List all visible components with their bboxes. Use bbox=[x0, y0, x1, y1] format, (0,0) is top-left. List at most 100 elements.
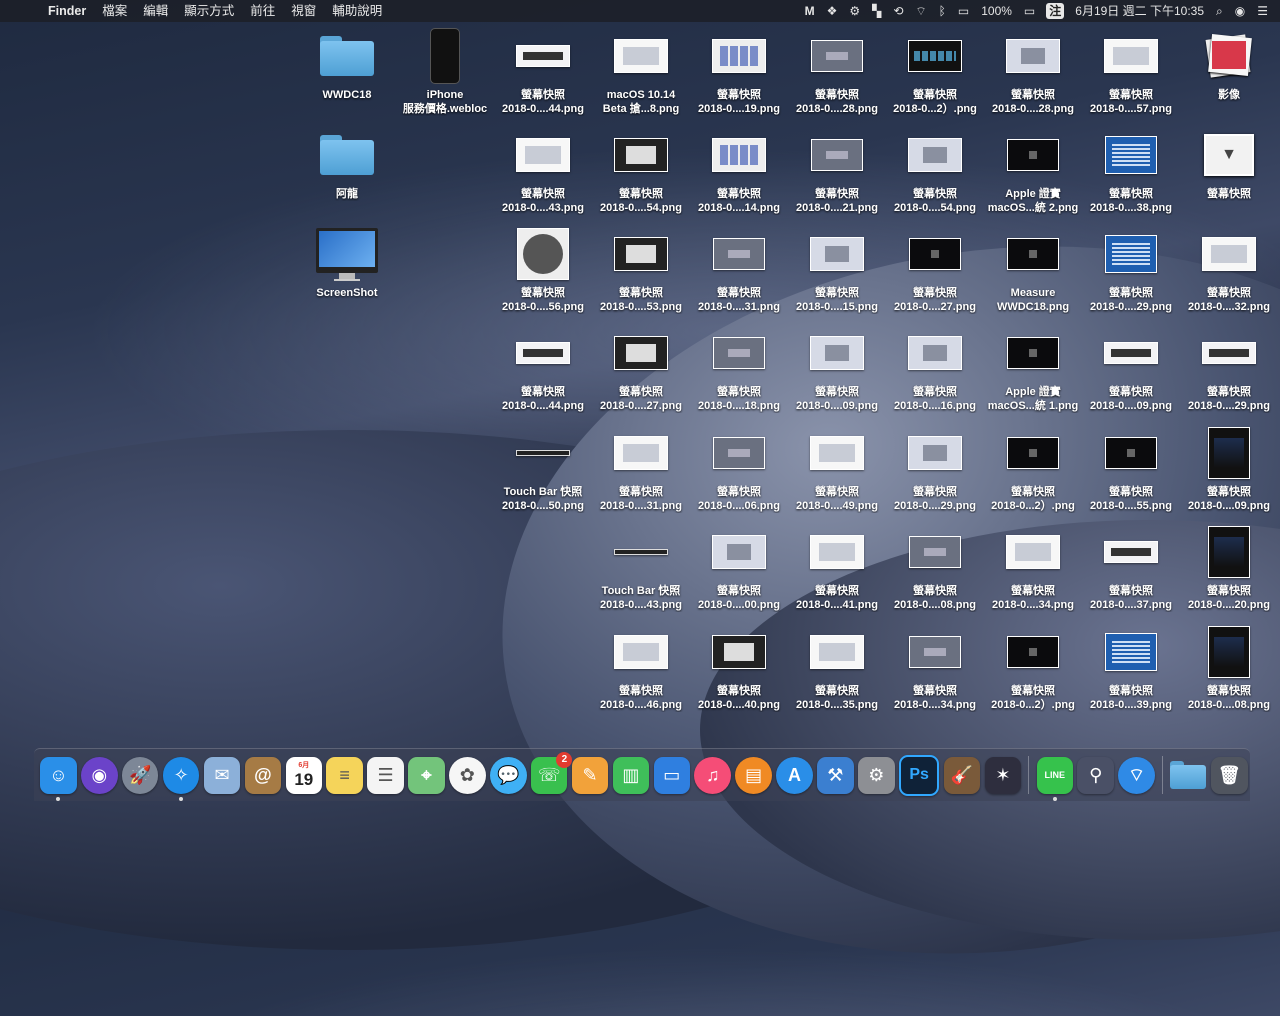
maps-dock-icon[interactable]: ⌖ bbox=[408, 756, 445, 794]
desktop-file-icon[interactable]: 螢幕快照 2018-0....37.png bbox=[1082, 524, 1180, 620]
menu-file[interactable]: 檔案 bbox=[94, 0, 135, 22]
instruments-dock-icon[interactable]: 🎸 bbox=[943, 756, 981, 794]
menu-view[interactable]: 顯示方式 bbox=[176, 0, 242, 22]
desktop-file-icon[interactable]: 螢幕快照 2018-0...2）.png bbox=[984, 425, 1082, 521]
desktop-file-icon[interactable]: 螢幕快照 2018-0....00.png bbox=[690, 524, 788, 620]
desktop-file-icon[interactable]: 螢幕快照 2018-0....56.png bbox=[494, 226, 592, 322]
menu-go[interactable]: 前往 bbox=[242, 0, 283, 22]
desktop-file-icon[interactable]: 螢幕快照 2018-0....46.png bbox=[592, 624, 690, 720]
desktop-file-icon[interactable]: 螢幕快照 2018-0....41.png bbox=[788, 524, 886, 620]
xcode-dock-icon[interactable]: ⚒ bbox=[817, 756, 854, 794]
desktop-file-icon[interactable]: WWDC18 bbox=[298, 28, 396, 124]
desktop-file-icon[interactable]: 阿龍 bbox=[298, 127, 396, 223]
launchpad-dock-icon[interactable]: 🚀 bbox=[121, 756, 159, 794]
finder-dock-icon[interactable]: ☺ bbox=[40, 756, 77, 801]
menubar-clock[interactable]: 6月19日 週二 下午10:35 bbox=[1069, 0, 1210, 22]
desktop-file-icon[interactable]: 螢幕快照 2018-0....09.png bbox=[788, 325, 886, 421]
desktop-file-icon[interactable]: Apple 證實 macOS...統 2.png bbox=[984, 127, 1082, 223]
airplay-icon[interactable]: ▭ bbox=[952, 0, 975, 22]
trash-dock-icon[interactable]: 🗑 bbox=[1211, 756, 1248, 794]
desktop-file-icon[interactable]: macOS 10.14 Beta 搶...8.png bbox=[592, 28, 690, 124]
desktop-file-icon[interactable]: 螢幕快照 2018-0....31.png bbox=[690, 226, 788, 322]
status-settings-icon[interactable]: ⚙ bbox=[843, 0, 866, 22]
desktop-file-icon[interactable]: 螢幕快照 2018-0....40.png bbox=[690, 624, 788, 720]
network-tool-dock-icon[interactable]: ⚲ bbox=[1077, 756, 1114, 794]
desktop-file-icon[interactable]: Measure WWDC18.png bbox=[984, 226, 1082, 322]
battery-icon[interactable]: ▭ bbox=[1018, 0, 1041, 22]
spotlight-search-icon[interactable]: ⌕ bbox=[1210, 0, 1229, 22]
desktop-file-icon[interactable]: 螢幕快照 2018-0....53.png bbox=[592, 226, 690, 322]
input-method-icon[interactable]: 注 bbox=[1046, 3, 1065, 19]
notes-dock-icon[interactable]: ≡ bbox=[326, 756, 363, 794]
app-store-dock-icon[interactable]: A bbox=[776, 756, 813, 794]
wifi-tool-dock-icon[interactable]: ⌔ bbox=[1118, 756, 1155, 794]
menu-edit[interactable]: 編輯 bbox=[135, 0, 176, 22]
desktop-file-icon[interactable]: 螢幕快照 2018-0....29.png bbox=[886, 425, 984, 521]
desktop-file-icon[interactable]: 螢幕快照 2018-0....08.png bbox=[886, 524, 984, 620]
notification-center-icon[interactable]: ☰ bbox=[1251, 0, 1274, 22]
messages-dock-icon[interactable]: 💬 bbox=[489, 756, 527, 794]
wifi-icon[interactable]: ⌔ bbox=[909, 0, 932, 22]
desktop-file-icon[interactable]: 螢幕快照 2018-0...2）.png bbox=[984, 624, 1082, 720]
desktop-file-icon[interactable]: 影像 bbox=[1180, 28, 1278, 124]
keynote-dock-icon[interactable]: ▭ bbox=[653, 756, 691, 794]
desktop-file-icon[interactable]: 螢幕快照 2018-0....34.png bbox=[886, 624, 984, 720]
desktop-file-icon[interactable]: 螢幕快照 2018-0....19.png bbox=[690, 28, 788, 124]
ibooks-dock-icon[interactable]: ▤ bbox=[735, 756, 772, 794]
desktop-file-icon[interactable]: 螢幕快照 2018-0....29.png bbox=[1082, 226, 1180, 322]
siri-dock-icon[interactable]: ◉ bbox=[81, 756, 118, 794]
menu-app-finder[interactable]: Finder bbox=[40, 0, 94, 22]
reminders-dock-icon[interactable]: ☰ bbox=[367, 756, 404, 794]
desktop-file-icon[interactable]: 螢幕快照 2018-0....06.png bbox=[690, 425, 788, 521]
desktop-file-icon[interactable]: Touch Bar 快照 2018-0....50.png bbox=[494, 425, 592, 521]
menu-window[interactable]: 視窗 bbox=[283, 0, 324, 22]
desktop-file-icon[interactable]: 螢幕快照 2018-0....43.png bbox=[494, 127, 592, 223]
desktop-file-icon[interactable]: 螢幕快照 2018-0....08.png bbox=[1180, 624, 1278, 720]
desktop-file-icon[interactable]: 螢幕快照 2018-0....29.png bbox=[1180, 325, 1278, 421]
desktop-file-icon[interactable]: 螢幕快照 2018-0....09.png bbox=[1082, 325, 1180, 421]
siri-icon[interactable]: ◉ bbox=[1229, 0, 1251, 22]
desktop-file-icon[interactable]: Apple 證實 macOS...統 1.png bbox=[984, 325, 1082, 421]
desktop-file-icon[interactable]: 螢幕快照 2018-0....27.png bbox=[886, 226, 984, 322]
desktop-file-icon[interactable]: Touch Bar 快照 2018-0....43.png bbox=[592, 524, 690, 620]
desktop-file-icon[interactable]: iPhone 服務價格.webloc bbox=[396, 28, 494, 124]
final-cut-dock-icon[interactable]: ✶ bbox=[984, 756, 1022, 794]
desktop-file-icon[interactable]: 螢幕快照 2018-0....09.png bbox=[1180, 425, 1278, 521]
desktop-file-icon[interactable]: 螢幕快照 2018-0....14.png bbox=[690, 127, 788, 223]
desktop-file-icon[interactable]: 螢幕快照 2018-0....55.png bbox=[1082, 425, 1180, 521]
desktop-file-icon[interactable]: ScreenShot bbox=[298, 226, 396, 322]
desktop-file-icon[interactable]: 螢幕快照 2018-0....20.png bbox=[1180, 524, 1278, 620]
desktop-file-icon[interactable]: 螢幕快照 2018-0....28.png bbox=[788, 28, 886, 124]
status-m-icon[interactable]: M bbox=[799, 0, 821, 22]
bluetooth-icon[interactable]: ᛒ bbox=[933, 0, 952, 22]
status-panel-icon[interactable]: ▚ bbox=[866, 0, 887, 22]
desktop-file-icon[interactable]: 螢幕快照 2018-0....39.png bbox=[1082, 624, 1180, 720]
battery-percent[interactable]: 100% bbox=[975, 0, 1018, 22]
desktop-file-icon[interactable]: 螢幕快照 2018-0....18.png bbox=[690, 325, 788, 421]
desktop-file-icon[interactable]: 螢幕快照 2018-0....34.png bbox=[984, 524, 1082, 620]
menu-help[interactable]: 輔助說明 bbox=[324, 0, 390, 22]
desktop-file-icon[interactable]: 螢幕快照 2018-0....31.png bbox=[592, 425, 690, 521]
facetime-dock-icon[interactable]: ☏ 2 bbox=[530, 751, 573, 794]
mail-preview-dock-icon[interactable]: ✉ bbox=[203, 756, 241, 794]
calendar-dock-icon[interactable]: 6月 19 bbox=[285, 756, 323, 794]
desktop-file-icon[interactable]: 螢幕快照 2018-0....49.png bbox=[788, 425, 886, 521]
contacts-dock-icon[interactable]: @ bbox=[244, 756, 282, 794]
desktop-file-icon[interactable]: 螢幕快照 2018-0....15.png bbox=[788, 226, 886, 322]
downloads-folder-dock-icon[interactable] bbox=[1170, 757, 1207, 794]
desktop-file-icon[interactable]: 螢幕快照 2018-0....44.png bbox=[494, 28, 592, 124]
dropbox-icon[interactable]: ❖ bbox=[821, 0, 844, 22]
numbers-dock-icon[interactable]: ▥ bbox=[612, 756, 650, 794]
line-dock-icon[interactable]: LINE bbox=[1036, 756, 1074, 801]
desktop-file-icon[interactable]: 螢幕快照 2018-0....44.png bbox=[494, 325, 592, 421]
pages-dock-icon[interactable]: ✎ bbox=[571, 756, 609, 794]
desktop-file-icon[interactable]: ▼ 螢幕快照 bbox=[1180, 127, 1278, 223]
desktop-file-icon[interactable]: 螢幕快照 2018-0....35.png bbox=[788, 624, 886, 720]
desktop-file-icon[interactable]: 螢幕快照 2018-0....32.png bbox=[1180, 226, 1278, 322]
desktop-file-icon[interactable]: 螢幕快照 2018-0....21.png bbox=[788, 127, 886, 223]
desktop-file-icon[interactable]: 螢幕快照 2018-0....28.png bbox=[984, 28, 1082, 124]
safari-dock-icon[interactable]: ✧ bbox=[162, 756, 200, 801]
desktop-file-icon[interactable]: 螢幕快照 2018-0....38.png bbox=[1082, 127, 1180, 223]
desktop-file-icon[interactable]: 螢幕快照 2018-0....54.png bbox=[886, 127, 984, 223]
itunes-dock-icon[interactable]: ♫ bbox=[694, 756, 731, 794]
